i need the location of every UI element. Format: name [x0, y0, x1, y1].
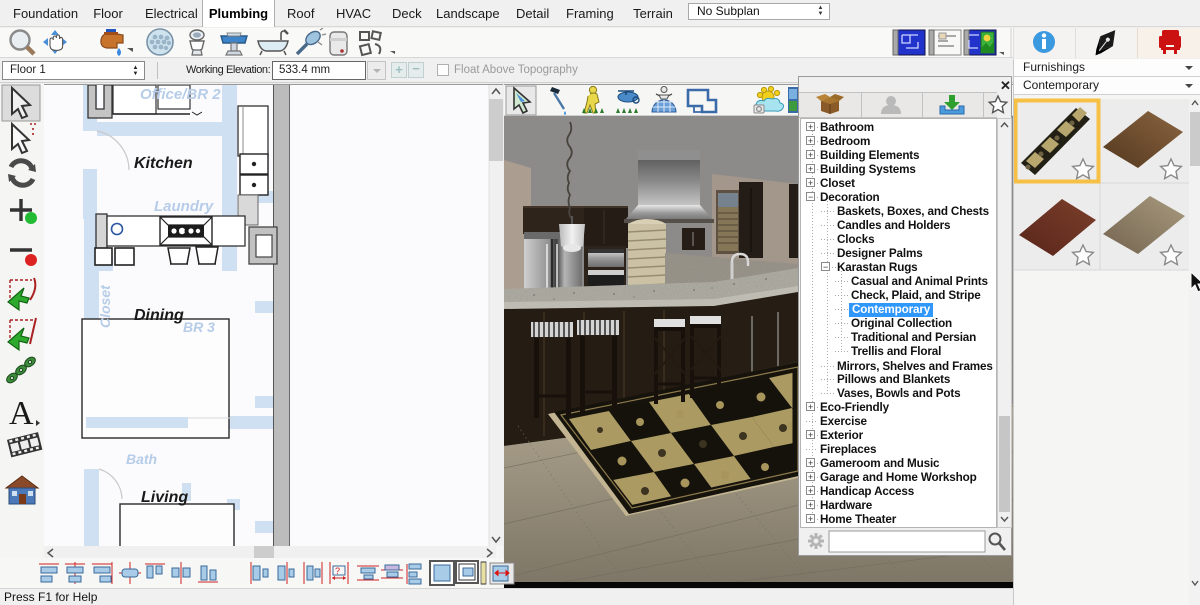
svg-text:?: ? — [335, 566, 340, 576]
svg-text:BR 3: BR 3 — [183, 319, 215, 335]
svg-text:Bath: Bath — [126, 451, 157, 467]
svg-text:Living: Living — [141, 489, 188, 506]
svg-text:Dining: Dining — [134, 307, 184, 324]
svg-text:Laundry: Laundry — [154, 198, 214, 215]
svg-text:Office/BR 2: Office/BR 2 — [140, 86, 221, 103]
svg-text:Closet: Closet — [97, 284, 113, 328]
svg-text:Kitchen: Kitchen — [134, 155, 193, 172]
svg-text:A: A — [9, 395, 34, 432]
